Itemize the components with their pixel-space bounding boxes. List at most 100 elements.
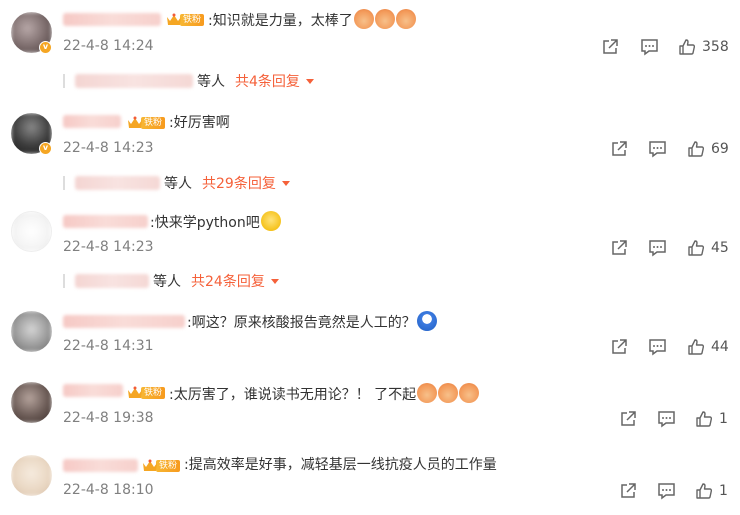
- clap-icon: [459, 383, 480, 403]
- comment-text: :太厉害了，谁说读书无用论？！ 了不起: [169, 383, 480, 405]
- comment-button[interactable]: [640, 38, 659, 56]
- view-replies-link[interactable]: 共4条回复: [235, 71, 300, 91]
- crown-icon: [128, 116, 142, 128]
- thumbs-up-icon: [688, 141, 705, 157]
- reply-usernames[interactable]: [75, 74, 193, 88]
- username[interactable]: [63, 459, 138, 472]
- fan-badge: 铁粉: [127, 116, 166, 130]
- comment-button[interactable]: [648, 239, 667, 257]
- reply-others-label: 等人: [197, 74, 225, 90]
- comment-icon: [658, 411, 675, 428]
- like-button[interactable]: 44: [687, 338, 729, 356]
- comment-time: 22-4-8 14:23: [63, 140, 154, 156]
- like-count: 45: [711, 240, 729, 256]
- comment-item: 铁粉 :提高效率是好事，减轻基层一线抗疫人员的工作量 22-4-8 18:10 …: [0, 444, 740, 515]
- like-button[interactable]: 1: [695, 410, 728, 428]
- comment-button[interactable]: [657, 410, 676, 428]
- view-replies-link[interactable]: 共29条回复: [202, 173, 276, 193]
- fan-badge: 铁粉: [142, 459, 181, 473]
- reply-usernames[interactable]: [75, 274, 149, 288]
- share-icon: [612, 339, 627, 354]
- thumbs-up-icon: [688, 339, 705, 355]
- comment-text: :啊这？原来核酸报告竟然是人工的？: [187, 311, 437, 333]
- username[interactable]: [63, 115, 121, 128]
- like-count: 358: [702, 39, 729, 55]
- share-icon: [612, 240, 627, 255]
- thumbs-up-icon: [696, 411, 713, 427]
- comment-item: 铁粉 :太厉害了，谁说读书无用论？！ 了不起 22-4-8 19:38 1: [0, 372, 740, 444]
- comment-icon: [649, 339, 666, 356]
- comment-item: v 铁粉 :知识就是力量，太棒了 22-4-8 14:24 358 等人 共4条…: [0, 0, 740, 100]
- comment-item: :快来学python吧 22-4-8 14:23 45 等人 共24条回复: [0, 200, 740, 300]
- chevron-down-icon[interactable]: [270, 278, 279, 284]
- crown-icon: [143, 459, 157, 471]
- chevron-down-icon[interactable]: [305, 78, 314, 84]
- comment-button[interactable]: [648, 338, 667, 356]
- comment-text: :知识就是力量，太棒了: [208, 9, 416, 31]
- share-button[interactable]: [610, 140, 628, 158]
- reply-divider: [63, 274, 65, 288]
- comment-button[interactable]: [657, 482, 676, 500]
- like-button[interactable]: 1: [695, 482, 728, 500]
- chevron-down-icon[interactable]: [281, 180, 290, 186]
- like-button[interactable]: 45: [687, 239, 729, 257]
- clap-icon: [374, 9, 395, 29]
- fan-badge-label: 铁粉: [141, 117, 166, 129]
- clap-icon: [395, 9, 416, 29]
- comment-icon: [658, 483, 675, 500]
- comment-icon: [649, 141, 666, 158]
- avatar[interactable]: [11, 211, 52, 252]
- fan-badge-label: 铁粉: [156, 460, 181, 472]
- comment-button[interactable]: [648, 140, 667, 158]
- share-icon: [621, 483, 636, 498]
- reply-divider: [63, 74, 65, 88]
- comment-icon: [641, 39, 658, 56]
- like-button[interactable]: 69: [687, 140, 729, 158]
- share-button[interactable]: [601, 38, 619, 56]
- comment-text: :快来学python吧: [150, 211, 281, 233]
- crown-icon: [128, 386, 142, 398]
- avatar[interactable]: [11, 382, 52, 423]
- username[interactable]: [63, 13, 161, 26]
- comment-body: :太厉害了，谁说读书无用论？！ 了不起: [169, 387, 417, 403]
- username[interactable]: [63, 215, 148, 228]
- reply-summary: 等人 共29条回复: [63, 173, 290, 193]
- comment-time: 22-4-8 19:38: [63, 410, 154, 426]
- laugh-icon: [260, 211, 281, 231]
- reply-others-label: 等人: [164, 176, 192, 192]
- comment-text: :提高效率是好事，减轻基层一线抗疫人员的工作量: [184, 455, 497, 475]
- fan-badge-label: 铁粉: [141, 387, 166, 399]
- reply-summary: 等人 共4条回复: [63, 71, 314, 91]
- comment-time: 22-4-8 14:24: [63, 38, 154, 54]
- share-button[interactable]: [610, 239, 628, 257]
- fan-badge: 铁粉: [166, 13, 205, 27]
- comment-body: :好厉害啊: [169, 115, 230, 131]
- fan-badge: 铁粉: [127, 386, 166, 400]
- avatar[interactable]: [11, 455, 52, 496]
- like-button[interactable]: 358: [678, 38, 729, 56]
- share-button[interactable]: [619, 482, 637, 500]
- comment-item: :啊这？原来核酸报告竟然是人工的？ 22-4-8 14:31 44: [0, 300, 740, 372]
- share-icon: [612, 141, 627, 156]
- view-replies-link[interactable]: 共24条回复: [191, 271, 265, 291]
- share-button[interactable]: [619, 410, 637, 428]
- comment-body: :提高效率是好事，减轻基层一线抗疫人员的工作量: [184, 457, 497, 473]
- comment-time: 22-4-8 14:31: [63, 338, 154, 354]
- crown-icon: [167, 13, 181, 25]
- verified-badge-icon: v: [39, 142, 52, 155]
- comment-body: :快来学python吧: [150, 215, 260, 231]
- username[interactable]: [63, 384, 123, 397]
- thumbs-up-icon: [696, 483, 713, 499]
- comment-icon: [649, 240, 666, 257]
- like-count: 69: [711, 141, 729, 157]
- avatar[interactable]: [11, 311, 52, 352]
- thumbs-up-icon: [688, 240, 705, 256]
- username[interactable]: [63, 315, 185, 328]
- reply-others-label: 等人: [153, 274, 181, 290]
- like-count: 1: [719, 483, 728, 499]
- comment-item: v 铁粉 :好厉害啊 22-4-8 14:23 69 等人 共29条回复: [0, 100, 740, 200]
- clap-icon: [417, 383, 438, 403]
- share-button[interactable]: [610, 338, 628, 356]
- reply-usernames[interactable]: [75, 176, 160, 190]
- reply-summary: 等人 共24条回复: [63, 271, 279, 291]
